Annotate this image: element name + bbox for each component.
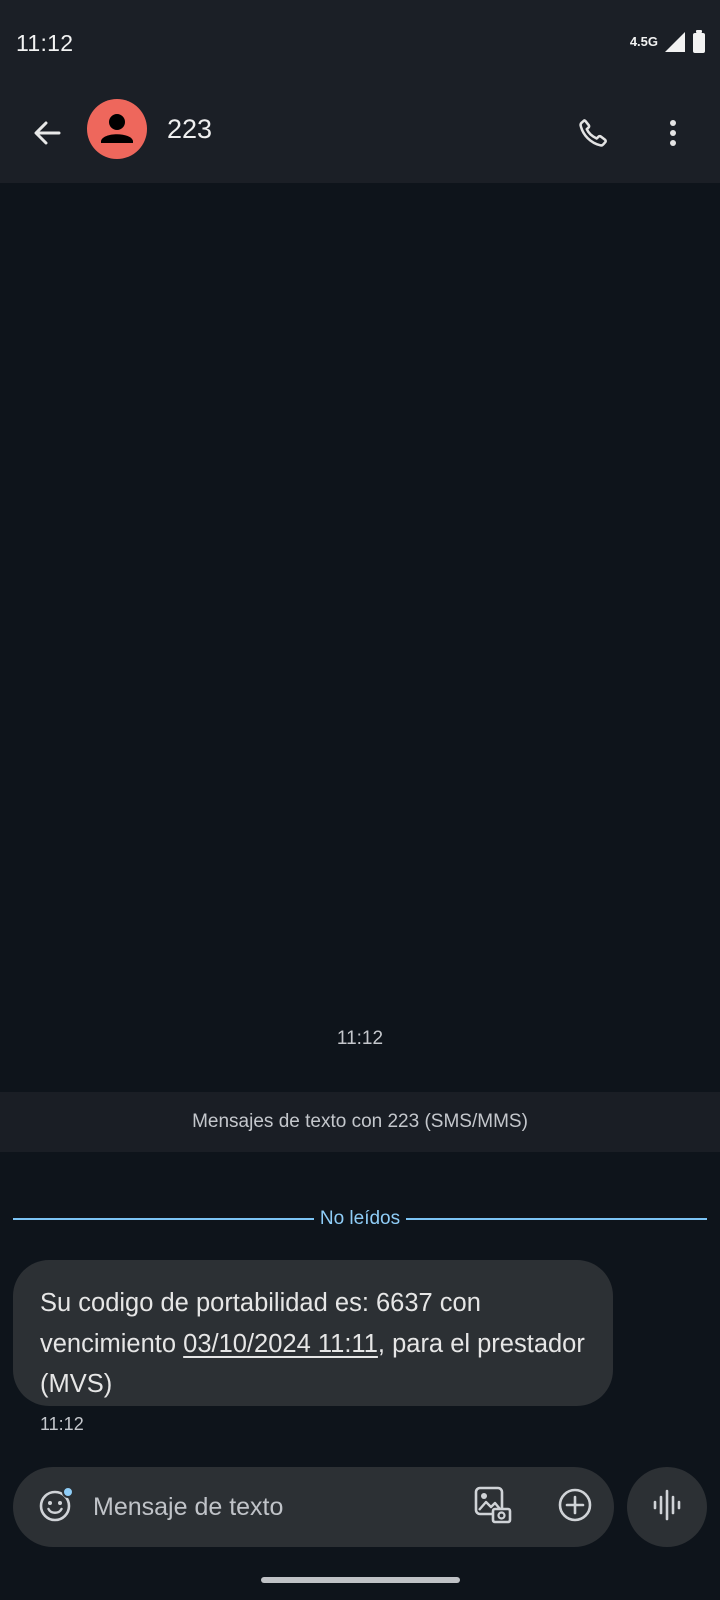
contact-name[interactable]: 223	[167, 114, 212, 145]
emoji-button[interactable]	[31, 1482, 81, 1532]
call-button[interactable]	[568, 110, 618, 160]
divider-line	[13, 1218, 314, 1220]
status-bar: 11:12 4.5G	[0, 0, 720, 90]
unread-label: No leídos	[319, 1208, 401, 1229]
voice-message-button[interactable]	[627, 1467, 707, 1547]
home-indicator[interactable]	[261, 1577, 460, 1583]
more-vert-icon	[669, 119, 677, 152]
phone-icon	[576, 116, 610, 155]
status-time: 11:12	[16, 30, 74, 56]
contact-avatar[interactable]	[87, 99, 147, 159]
message-bubble[interactable]: Su codigo de portabilidad es: 6637 con v…	[13, 1260, 613, 1406]
conversation-header: 223	[0, 90, 720, 183]
sms-banner-text: Mensajes de texto con 223 (SMS/MMS)	[192, 1111, 528, 1132]
person-icon	[101, 114, 133, 143]
message-composer	[13, 1467, 614, 1547]
thread-timestamp: 11:12	[336, 1028, 384, 1049]
message-input[interactable]	[93, 1481, 453, 1533]
unread-divider: No leídos	[13, 1205, 707, 1233]
more-options-button[interactable]	[648, 110, 698, 160]
divider-line	[406, 1218, 707, 1220]
back-button[interactable]	[22, 110, 72, 160]
gallery-icon	[473, 1485, 513, 1530]
emoji-icon	[37, 1485, 75, 1529]
signal-icon	[664, 31, 686, 58]
add-circle-icon	[557, 1487, 593, 1528]
battery-icon	[692, 30, 706, 59]
sms-info-banner: Mensajes de texto con 223 (SMS/MMS)	[0, 1092, 720, 1152]
message-time: 11:12	[40, 1414, 84, 1434]
arrow-back-icon	[32, 118, 62, 153]
add-attachment-button[interactable]	[550, 1482, 600, 1532]
status-icons: 4.5G	[630, 30, 706, 59]
network-type: 4.5G	[629, 34, 658, 49]
date-link[interactable]: 03/10/2024 11:11	[183, 1330, 378, 1358]
voice-waveform-icon	[652, 1488, 682, 1527]
gallery-button[interactable]	[468, 1482, 518, 1532]
